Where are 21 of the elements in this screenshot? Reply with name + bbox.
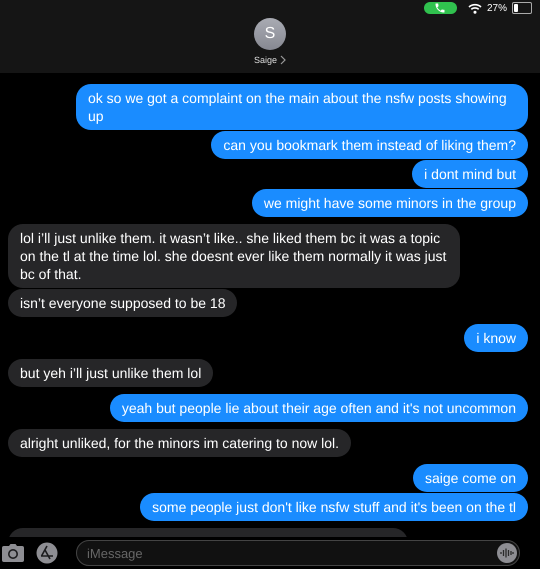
message-bubble: we might have some minors in the group bbox=[252, 189, 528, 217]
wifi-icon bbox=[468, 2, 482, 14]
message-input[interactable]: iMessage bbox=[76, 540, 520, 566]
message-bubble: i dont mind but bbox=[412, 160, 528, 188]
message-bubble: isn’t everyone supposed to be 18 bbox=[8, 289, 238, 317]
message-bubble: ok so we got a complaint on the main about the nsfw posts showing up bbox=[76, 84, 528, 130]
contact-name[interactable]: Saige bbox=[254, 55, 286, 65]
message-bubble: some people just don't like nsfw stuff and it's been on the tl bbox=[140, 493, 528, 521]
message-bubble: lol i’ll just unlike them. it wasn’t like.. she liked them bc it was a topic on the tl at the time lol. she doesnt ever like them normally it was just bc of that. bbox=[8, 224, 460, 288]
message-bubble: can you bookmark them instead of liking them? bbox=[211, 131, 528, 159]
message-bubble: saige come on bbox=[412, 464, 528, 492]
call-indicator[interactable] bbox=[424, 2, 457, 14]
message-bubble: alright unliked, for the minors im catering to now lol. bbox=[8, 429, 352, 457]
chevron-icon bbox=[280, 55, 286, 65]
message-bubble: yeah but people lie about their age often and it's not uncommon bbox=[110, 394, 528, 422]
message-bubble: but yeh i’ll just unlike them lol bbox=[8, 359, 214, 387]
message-bubble: i know bbox=[464, 324, 528, 352]
battery-icon bbox=[512, 2, 532, 14]
app-store-icon[interactable] bbox=[36, 542, 60, 564]
camera-icon[interactable] bbox=[2, 544, 24, 562]
battery-percent: 27% bbox=[486, 2, 507, 14]
